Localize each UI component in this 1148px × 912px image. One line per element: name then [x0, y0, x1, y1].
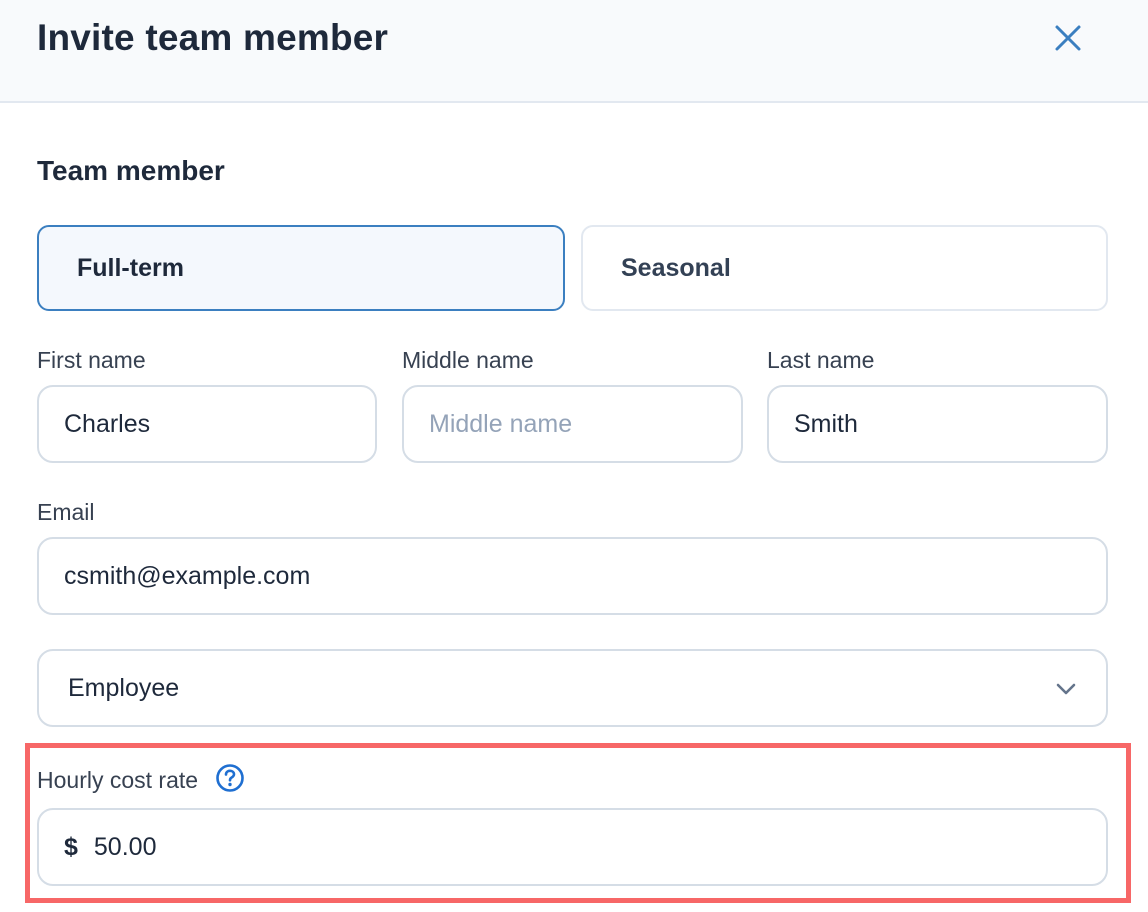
hourly-rate-field[interactable]: $	[37, 808, 1108, 886]
hourly-rate-input[interactable]	[93, 832, 1106, 862]
chevron-down-icon	[1056, 683, 1076, 695]
last-name-input[interactable]	[794, 409, 1106, 439]
close-button[interactable]	[1048, 18, 1088, 58]
hourly-rate-label: Hourly cost rate	[37, 767, 199, 793]
member-type-full-term[interactable]: Full-term	[37, 225, 565, 311]
member-type-seasonal[interactable]: Seasonal	[581, 225, 1108, 311]
section-title: Team member	[37, 155, 225, 186]
invite-team-member-modal: Invite team member Team member Full-term…	[0, 0, 1148, 912]
first-name-field[interactable]	[37, 385, 377, 463]
question-circle-icon[interactable]	[215, 763, 245, 793]
email-field[interactable]	[37, 537, 1108, 615]
last-name-field[interactable]	[767, 385, 1108, 463]
close-icon	[1055, 25, 1081, 51]
middle-name-field[interactable]	[402, 385, 743, 463]
role-select-value: Employee	[68, 673, 180, 702]
email-label: Email	[37, 499, 95, 525]
member-type-label: Full-term	[77, 253, 184, 282]
middle-name-input[interactable]	[429, 409, 741, 439]
currency-symbol: $	[64, 832, 78, 861]
modal-title: Invite team member	[37, 17, 389, 58]
role-select[interactable]: Employee	[37, 649, 1108, 727]
last-name-label: Last name	[767, 347, 875, 373]
member-type-label: Seasonal	[621, 253, 731, 282]
email-input[interactable]	[64, 561, 1106, 591]
first-name-label: First name	[37, 347, 146, 373]
first-name-input[interactable]	[64, 409, 375, 439]
middle-name-label: Middle name	[402, 347, 534, 373]
modal-header: Invite team member	[0, 0, 1148, 103]
